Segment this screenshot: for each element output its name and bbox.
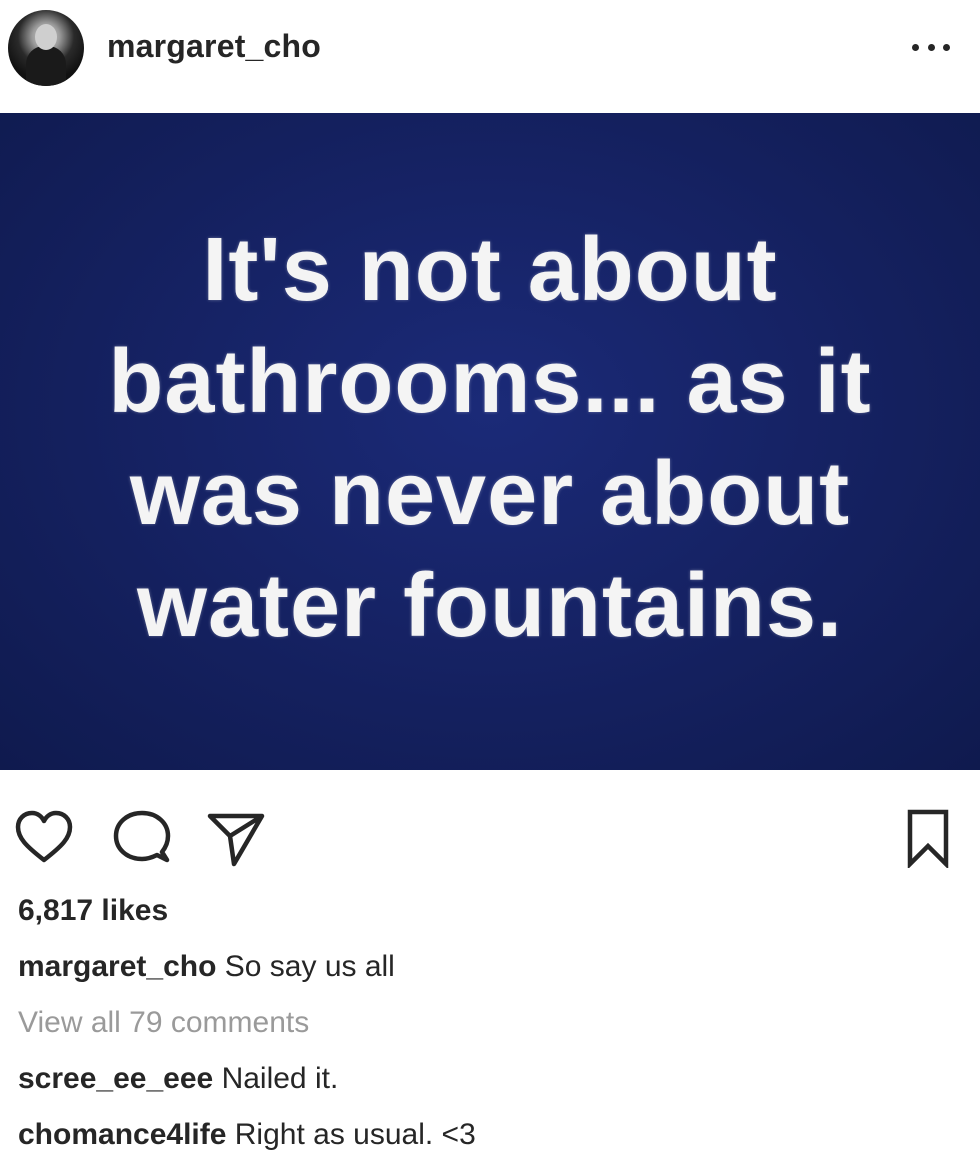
more-dot-icon xyxy=(927,43,935,51)
post-image-text-line: bathrooms... as it xyxy=(108,331,872,432)
comment-username[interactable]: chomance4life xyxy=(18,1118,226,1151)
view-all-comments-link[interactable]: View all 79 comments xyxy=(18,1006,309,1040)
caption-text: So say us all xyxy=(224,950,395,983)
comment-item: scree_ee_eee Nailed it. xyxy=(18,1062,338,1096)
heart-icon[interactable] xyxy=(14,808,74,868)
post-image-text-line: was never about xyxy=(129,443,851,544)
bookmark-icon[interactable] xyxy=(900,808,956,868)
comment-item: chomance4life Right as usual. <3 xyxy=(18,1118,476,1152)
more-options-button[interactable] xyxy=(912,40,950,54)
post-caption: margaret_cho So say us all xyxy=(18,950,395,984)
post-header: margaret_cho xyxy=(0,0,980,113)
post-image[interactable]: It's not about bathrooms... as it was ne… xyxy=(0,113,980,770)
post-image-text-line: It's not about xyxy=(202,219,778,320)
post-author-username[interactable]: margaret_cho xyxy=(107,28,321,65)
comment-text: Right as usual. <3 xyxy=(234,1118,476,1151)
comment-bubble-icon[interactable] xyxy=(112,808,172,868)
post-image-text: It's not about bathrooms... as it was ne… xyxy=(108,214,871,662)
post-actions-bar xyxy=(0,790,980,890)
caption-username[interactable]: margaret_cho xyxy=(18,950,216,983)
comment-text: Nailed it. xyxy=(221,1062,339,1095)
avatar[interactable] xyxy=(8,10,84,86)
post-image-text-line: water fountains. xyxy=(136,555,844,656)
comment-username[interactable]: scree_ee_eee xyxy=(18,1062,213,1095)
likes-count[interactable]: 6,817 likes xyxy=(18,894,168,928)
more-dot-icon xyxy=(912,43,919,51)
paper-plane-icon[interactable] xyxy=(206,808,266,868)
more-dot-icon xyxy=(943,43,950,51)
